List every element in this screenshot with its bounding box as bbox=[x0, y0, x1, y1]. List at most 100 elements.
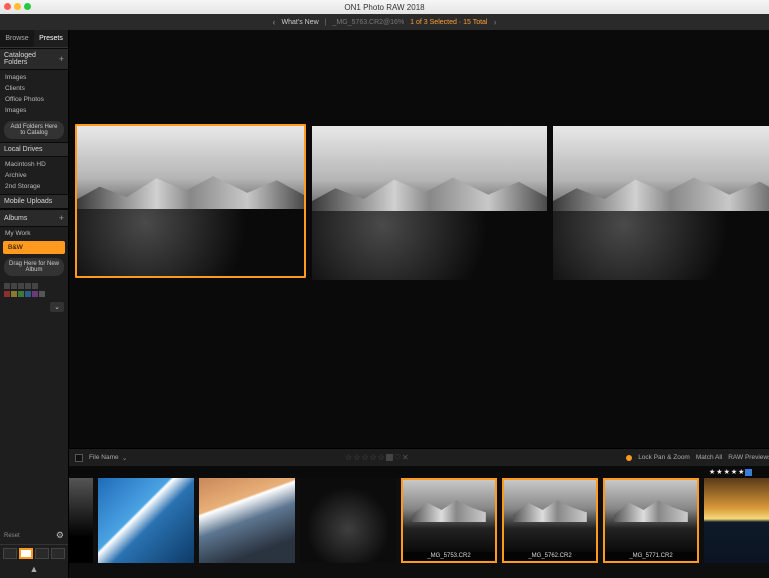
view-grid-button[interactable] bbox=[3, 548, 17, 559]
tab-presets[interactable]: Presets bbox=[34, 30, 68, 47]
filmstrip-thumb[interactable] bbox=[704, 478, 769, 563]
traffic-lights bbox=[4, 3, 31, 10]
header-divider: | bbox=[325, 19, 327, 26]
thumb-image bbox=[704, 478, 769, 563]
folder-item[interactable]: Clients bbox=[0, 83, 68, 94]
nav-back-icon[interactable]: ‹ bbox=[273, 17, 276, 27]
sidebar-footer: Reset ⚙ bbox=[0, 527, 68, 544]
current-file-info: _MG_5763.CR2@16% bbox=[332, 19, 404, 26]
section-label: Cataloged Folders bbox=[4, 52, 59, 66]
section-label: Local Drives bbox=[4, 146, 43, 153]
album-item-active[interactable]: B&W bbox=[3, 241, 65, 254]
sort-dropdown[interactable]: File Name ⌄ bbox=[89, 454, 128, 462]
color-label-blue[interactable] bbox=[25, 291, 31, 297]
folder-item[interactable]: Images bbox=[0, 72, 68, 83]
thumb-image bbox=[199, 478, 295, 563]
match-all-toggle[interactable]: Match All bbox=[696, 454, 722, 461]
filmstrip-thumb[interactable]: _MG_5753.CR2 bbox=[401, 478, 497, 563]
color-label-yellow[interactable] bbox=[11, 291, 17, 297]
view-compare-button[interactable] bbox=[19, 548, 33, 559]
folder-item[interactable]: Images bbox=[0, 105, 68, 116]
star-filter-icon[interactable] bbox=[25, 283, 31, 289]
add-folder-icon[interactable]: + bbox=[59, 54, 64, 64]
window-titlebar: ON1 Photo RAW 2018 bbox=[0, 0, 769, 14]
view-mode-row bbox=[0, 544, 68, 562]
section-label: Mobile Uploads bbox=[4, 198, 52, 205]
close-icon[interactable] bbox=[4, 3, 11, 10]
star-filter-icon[interactable] bbox=[4, 283, 10, 289]
minimize-icon[interactable] bbox=[14, 3, 21, 10]
sidebar-tabs: Browse Presets bbox=[0, 30, 68, 48]
color-label-purple[interactable] bbox=[32, 291, 38, 297]
add-album-icon[interactable]: + bbox=[59, 213, 64, 223]
add-catalog-folder-button[interactable]: Add Folders Here to Catalog bbox=[4, 121, 64, 139]
filmstrip-thumb[interactable]: _MG_5771.CR2 bbox=[603, 478, 699, 563]
star-icon[interactable]: ☆ bbox=[345, 453, 352, 462]
selection-status: 1 of 3 Selected · 15 Total bbox=[410, 19, 487, 26]
color-label-green[interactable] bbox=[18, 291, 24, 297]
star-filter-icon[interactable] bbox=[11, 283, 17, 289]
thumb-image bbox=[69, 478, 93, 563]
album-item[interactable]: My Work bbox=[0, 227, 68, 240]
star-filled-icon: ★ bbox=[724, 468, 730, 476]
view-map-button[interactable] bbox=[51, 548, 65, 559]
section-cataloged-folders[interactable]: Cataloged Folders + bbox=[0, 48, 68, 70]
star-filled-icon: ★ bbox=[716, 468, 722, 476]
whats-new-link[interactable]: What's New bbox=[282, 19, 319, 26]
raw-previews-toggle[interactable]: RAW Previews bbox=[728, 454, 769, 461]
thumb-image bbox=[605, 480, 697, 561]
star-filled-icon: ★ bbox=[709, 468, 715, 476]
star-icon[interactable]: ☆ bbox=[361, 453, 368, 462]
thumb-filename: _MG_5762.CR2 bbox=[504, 552, 596, 560]
filmstrip-thumb[interactable] bbox=[199, 478, 295, 563]
thumb-image bbox=[98, 478, 194, 563]
sort-label: File Name bbox=[89, 454, 119, 461]
color-label-red[interactable] bbox=[4, 291, 10, 297]
cataloged-folders-list: Images Clients Office Photos Images bbox=[0, 70, 68, 118]
filmstrip-thumb[interactable] bbox=[69, 478, 93, 563]
star-filter-icon[interactable] bbox=[32, 283, 38, 289]
gear-icon[interactable]: ⚙ bbox=[56, 530, 64, 541]
add-album-button[interactable]: Drag Here for New Album bbox=[4, 258, 64, 276]
drive-item[interactable]: Archive bbox=[0, 170, 68, 181]
compare-photo-selected[interactable] bbox=[75, 124, 306, 278]
compare-photo[interactable] bbox=[312, 126, 547, 280]
drive-item[interactable]: 2nd Storage bbox=[0, 181, 68, 192]
star-filled-icon: ★ bbox=[731, 468, 737, 476]
star-filter-icon[interactable] bbox=[18, 283, 24, 289]
star-filled-icon: ★ bbox=[738, 468, 744, 476]
section-local-drives[interactable]: Local Drives bbox=[0, 142, 68, 157]
star-icon[interactable]: ☆ bbox=[378, 453, 385, 462]
section-albums[interactable]: Albums + bbox=[0, 209, 68, 227]
color-label-icon[interactable] bbox=[386, 454, 393, 461]
filmstrip-thumb[interactable] bbox=[98, 478, 194, 563]
maximize-icon[interactable] bbox=[24, 3, 31, 10]
thumb-filename: _MG_5753.CR2 bbox=[403, 552, 495, 560]
select-all-checkbox[interactable] bbox=[75, 454, 83, 462]
compare-photo[interactable] bbox=[553, 126, 769, 280]
reset-filters-button[interactable]: Reset bbox=[4, 533, 20, 539]
lock-pan-zoom-toggle[interactable]: Lock Pan & Zoom bbox=[638, 454, 690, 461]
color-label-none[interactable] bbox=[39, 291, 45, 297]
section-mobile-uploads[interactable]: Mobile Uploads bbox=[0, 194, 68, 209]
filmstrip-thumb[interactable]: _MG_5762.CR2 bbox=[502, 478, 598, 563]
nav-forward-icon[interactable]: › bbox=[493, 17, 496, 27]
filter-color-row bbox=[0, 291, 68, 300]
filmstrip-thumb[interactable] bbox=[300, 478, 396, 563]
star-icon[interactable]: ☆ bbox=[369, 453, 376, 462]
blue-label-icon bbox=[745, 469, 752, 476]
view-single-button[interactable] bbox=[35, 548, 49, 559]
thumb-image bbox=[504, 480, 596, 561]
tab-browse[interactable]: Browse bbox=[0, 30, 34, 47]
star-icon[interactable]: ☆ bbox=[353, 453, 360, 462]
reject-icon[interactable]: ✕ bbox=[402, 453, 409, 462]
expand-sidebar-icon[interactable]: ▲ bbox=[28, 564, 40, 576]
drive-item[interactable]: Macintosh HD bbox=[0, 159, 68, 170]
filter-star-row[interactable] bbox=[0, 279, 68, 291]
app-title: ON1 Photo RAW 2018 bbox=[344, 3, 424, 12]
lock-indicator-icon bbox=[626, 455, 632, 461]
like-icon[interactable]: ♡ bbox=[394, 453, 401, 462]
folder-item[interactable]: Office Photos bbox=[0, 94, 68, 105]
app-header: ‹ What's New | _MG_5763.CR2@16% 1 of 3 S… bbox=[0, 14, 769, 30]
filter-dropdown[interactable]: ⌄ bbox=[50, 302, 64, 312]
